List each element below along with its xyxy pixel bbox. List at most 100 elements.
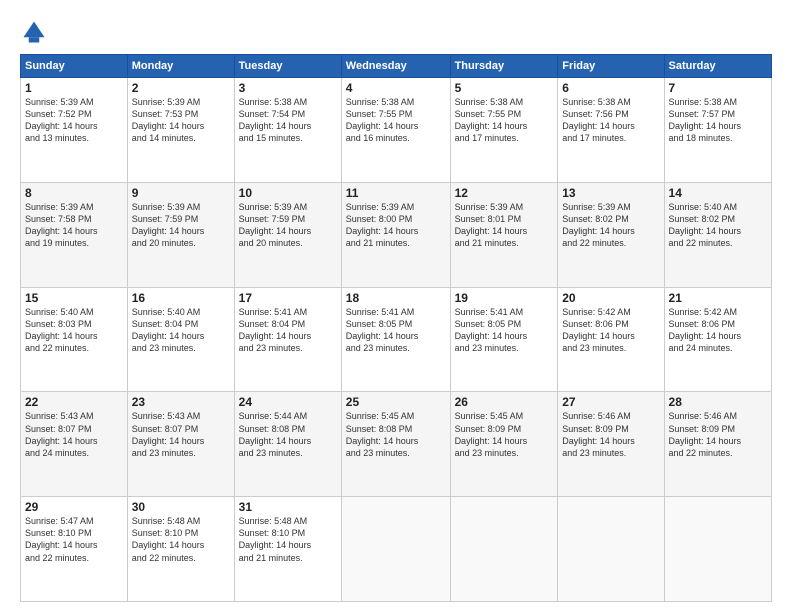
- day-info: Sunrise: 5:41 AM Sunset: 8:05 PM Dayligh…: [346, 306, 446, 355]
- day-info: Sunrise: 5:47 AM Sunset: 8:10 PM Dayligh…: [25, 515, 123, 564]
- day-info: Sunrise: 5:39 AM Sunset: 8:00 PM Dayligh…: [346, 201, 446, 250]
- day-number: 23: [132, 395, 230, 409]
- calendar-header-monday: Monday: [127, 55, 234, 78]
- logo-icon: [20, 18, 48, 46]
- calendar-header-row: SundayMondayTuesdayWednesdayThursdayFrid…: [21, 55, 772, 78]
- day-number: 31: [239, 500, 337, 514]
- day-info: Sunrise: 5:39 AM Sunset: 8:01 PM Dayligh…: [455, 201, 554, 250]
- day-info: Sunrise: 5:45 AM Sunset: 8:08 PM Dayligh…: [346, 410, 446, 459]
- day-number: 28: [669, 395, 767, 409]
- day-info: Sunrise: 5:46 AM Sunset: 8:09 PM Dayligh…: [669, 410, 767, 459]
- calendar-cell: [450, 497, 558, 602]
- day-info: Sunrise: 5:48 AM Sunset: 8:10 PM Dayligh…: [132, 515, 230, 564]
- calendar-cell: [558, 497, 664, 602]
- day-info: Sunrise: 5:38 AM Sunset: 7:56 PM Dayligh…: [562, 96, 659, 145]
- calendar-cell: 23Sunrise: 5:43 AM Sunset: 8:07 PM Dayli…: [127, 392, 234, 497]
- day-number: 12: [455, 186, 554, 200]
- day-number: 18: [346, 291, 446, 305]
- day-number: 14: [669, 186, 767, 200]
- calendar-cell: 9Sunrise: 5:39 AM Sunset: 7:59 PM Daylig…: [127, 182, 234, 287]
- calendar-week-row: 29Sunrise: 5:47 AM Sunset: 8:10 PM Dayli…: [21, 497, 772, 602]
- calendar-week-row: 15Sunrise: 5:40 AM Sunset: 8:03 PM Dayli…: [21, 287, 772, 392]
- calendar-cell: 18Sunrise: 5:41 AM Sunset: 8:05 PM Dayli…: [341, 287, 450, 392]
- day-info: Sunrise: 5:40 AM Sunset: 8:02 PM Dayligh…: [669, 201, 767, 250]
- day-number: 4: [346, 81, 446, 95]
- day-number: 3: [239, 81, 337, 95]
- calendar-week-row: 8Sunrise: 5:39 AM Sunset: 7:58 PM Daylig…: [21, 182, 772, 287]
- day-info: Sunrise: 5:39 AM Sunset: 7:58 PM Dayligh…: [25, 201, 123, 250]
- calendar-cell: 2Sunrise: 5:39 AM Sunset: 7:53 PM Daylig…: [127, 78, 234, 183]
- day-number: 24: [239, 395, 337, 409]
- day-info: Sunrise: 5:39 AM Sunset: 7:59 PM Dayligh…: [132, 201, 230, 250]
- day-info: Sunrise: 5:43 AM Sunset: 8:07 PM Dayligh…: [132, 410, 230, 459]
- day-number: 25: [346, 395, 446, 409]
- day-number: 11: [346, 186, 446, 200]
- day-info: Sunrise: 5:42 AM Sunset: 8:06 PM Dayligh…: [562, 306, 659, 355]
- calendar-header-friday: Friday: [558, 55, 664, 78]
- calendar-header-sunday: Sunday: [21, 55, 128, 78]
- day-info: Sunrise: 5:41 AM Sunset: 8:05 PM Dayligh…: [455, 306, 554, 355]
- calendar-cell: 26Sunrise: 5:45 AM Sunset: 8:09 PM Dayli…: [450, 392, 558, 497]
- calendar-cell: 22Sunrise: 5:43 AM Sunset: 8:07 PM Dayli…: [21, 392, 128, 497]
- day-number: 17: [239, 291, 337, 305]
- calendar-cell: 15Sunrise: 5:40 AM Sunset: 8:03 PM Dayli…: [21, 287, 128, 392]
- calendar-cell: 12Sunrise: 5:39 AM Sunset: 8:01 PM Dayli…: [450, 182, 558, 287]
- day-number: 9: [132, 186, 230, 200]
- day-info: Sunrise: 5:46 AM Sunset: 8:09 PM Dayligh…: [562, 410, 659, 459]
- day-info: Sunrise: 5:45 AM Sunset: 8:09 PM Dayligh…: [455, 410, 554, 459]
- calendar-cell: 21Sunrise: 5:42 AM Sunset: 8:06 PM Dayli…: [664, 287, 771, 392]
- day-info: Sunrise: 5:43 AM Sunset: 8:07 PM Dayligh…: [25, 410, 123, 459]
- day-number: 30: [132, 500, 230, 514]
- day-number: 5: [455, 81, 554, 95]
- calendar-cell: 6Sunrise: 5:38 AM Sunset: 7:56 PM Daylig…: [558, 78, 664, 183]
- calendar-cell: [341, 497, 450, 602]
- calendar-cell: 29Sunrise: 5:47 AM Sunset: 8:10 PM Dayli…: [21, 497, 128, 602]
- calendar-cell: 1Sunrise: 5:39 AM Sunset: 7:52 PM Daylig…: [21, 78, 128, 183]
- day-number: 21: [669, 291, 767, 305]
- day-info: Sunrise: 5:39 AM Sunset: 8:02 PM Dayligh…: [562, 201, 659, 250]
- calendar-cell: 19Sunrise: 5:41 AM Sunset: 8:05 PM Dayli…: [450, 287, 558, 392]
- day-number: 22: [25, 395, 123, 409]
- day-info: Sunrise: 5:40 AM Sunset: 8:04 PM Dayligh…: [132, 306, 230, 355]
- day-number: 6: [562, 81, 659, 95]
- calendar-cell: 7Sunrise: 5:38 AM Sunset: 7:57 PM Daylig…: [664, 78, 771, 183]
- day-info: Sunrise: 5:38 AM Sunset: 7:55 PM Dayligh…: [346, 96, 446, 145]
- calendar-cell: 31Sunrise: 5:48 AM Sunset: 8:10 PM Dayli…: [234, 497, 341, 602]
- day-info: Sunrise: 5:39 AM Sunset: 7:53 PM Dayligh…: [132, 96, 230, 145]
- day-info: Sunrise: 5:38 AM Sunset: 7:54 PM Dayligh…: [239, 96, 337, 145]
- day-info: Sunrise: 5:39 AM Sunset: 7:52 PM Dayligh…: [25, 96, 123, 145]
- calendar: SundayMondayTuesdayWednesdayThursdayFrid…: [20, 54, 772, 602]
- calendar-week-row: 22Sunrise: 5:43 AM Sunset: 8:07 PM Dayli…: [21, 392, 772, 497]
- day-info: Sunrise: 5:42 AM Sunset: 8:06 PM Dayligh…: [669, 306, 767, 355]
- day-info: Sunrise: 5:40 AM Sunset: 8:03 PM Dayligh…: [25, 306, 123, 355]
- calendar-cell: 27Sunrise: 5:46 AM Sunset: 8:09 PM Dayli…: [558, 392, 664, 497]
- calendar-cell: 10Sunrise: 5:39 AM Sunset: 7:59 PM Dayli…: [234, 182, 341, 287]
- calendar-header-saturday: Saturday: [664, 55, 771, 78]
- day-number: 2: [132, 81, 230, 95]
- calendar-cell: 30Sunrise: 5:48 AM Sunset: 8:10 PM Dayli…: [127, 497, 234, 602]
- page: SundayMondayTuesdayWednesdayThursdayFrid…: [0, 0, 792, 612]
- calendar-cell: 8Sunrise: 5:39 AM Sunset: 7:58 PM Daylig…: [21, 182, 128, 287]
- day-number: 13: [562, 186, 659, 200]
- calendar-header-thursday: Thursday: [450, 55, 558, 78]
- calendar-cell: 3Sunrise: 5:38 AM Sunset: 7:54 PM Daylig…: [234, 78, 341, 183]
- day-number: 26: [455, 395, 554, 409]
- calendar-cell: 17Sunrise: 5:41 AM Sunset: 8:04 PM Dayli…: [234, 287, 341, 392]
- day-number: 15: [25, 291, 123, 305]
- calendar-week-row: 1Sunrise: 5:39 AM Sunset: 7:52 PM Daylig…: [21, 78, 772, 183]
- calendar-header-tuesday: Tuesday: [234, 55, 341, 78]
- day-number: 1: [25, 81, 123, 95]
- calendar-cell: [664, 497, 771, 602]
- day-number: 7: [669, 81, 767, 95]
- calendar-cell: 4Sunrise: 5:38 AM Sunset: 7:55 PM Daylig…: [341, 78, 450, 183]
- calendar-cell: 13Sunrise: 5:39 AM Sunset: 8:02 PM Dayli…: [558, 182, 664, 287]
- calendar-cell: 25Sunrise: 5:45 AM Sunset: 8:08 PM Dayli…: [341, 392, 450, 497]
- day-number: 20: [562, 291, 659, 305]
- day-number: 10: [239, 186, 337, 200]
- day-number: 27: [562, 395, 659, 409]
- calendar-header-wednesday: Wednesday: [341, 55, 450, 78]
- day-info: Sunrise: 5:38 AM Sunset: 7:57 PM Dayligh…: [669, 96, 767, 145]
- day-number: 8: [25, 186, 123, 200]
- calendar-cell: 20Sunrise: 5:42 AM Sunset: 8:06 PM Dayli…: [558, 287, 664, 392]
- calendar-cell: 14Sunrise: 5:40 AM Sunset: 8:02 PM Dayli…: [664, 182, 771, 287]
